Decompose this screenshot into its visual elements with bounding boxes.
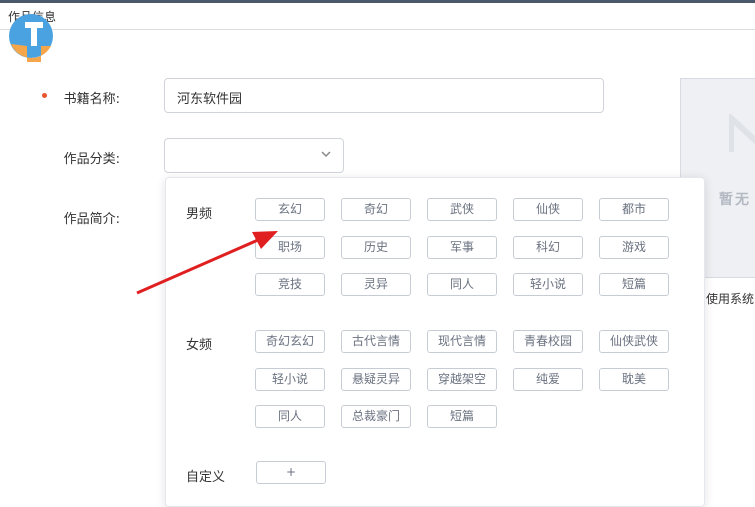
use-system-cover[interactable]: 使用系统 xyxy=(706,290,754,307)
custom-group-label: 自定义 xyxy=(186,470,226,485)
cover-placeholder-text: 暂无 xyxy=(719,192,751,208)
category-tag[interactable]: 短篇 xyxy=(427,405,497,428)
category-tag[interactable]: 短篇 xyxy=(599,273,669,296)
category-tag[interactable]: 纯爱 xyxy=(513,367,583,391)
category-tag[interactable]: 竞技 xyxy=(255,273,325,296)
category-dropdown: 男频 女频 自定义 + 玄幻 奇幻 武侠 仙侠 都市 职场 历史 军事 科幻 游戏 竞技 灵异 同人 轻小… xyxy=(165,177,705,507)
category-tag[interactable]: 军事 xyxy=(427,235,497,259)
add-custom-button[interactable]: + xyxy=(256,461,326,484)
category-select[interactable] xyxy=(164,138,344,173)
logo-icon xyxy=(9,14,53,62)
category-tag[interactable]: 同人 xyxy=(427,273,497,296)
category-tag[interactable]: 都市 xyxy=(599,198,669,221)
category-tag[interactable]: 轻小说 xyxy=(255,367,325,391)
category-tag[interactable]: 耽美 xyxy=(599,367,669,391)
category-tag[interactable]: 科幻 xyxy=(513,235,583,259)
category-tag[interactable]: 悬疑灵异 xyxy=(341,367,411,391)
category-tag[interactable]: 总裁豪门 xyxy=(341,405,411,428)
category-tag[interactable]: 古代言情 xyxy=(341,330,411,353)
category-tag[interactable]: 奇幻 xyxy=(341,198,411,221)
category-tag[interactable]: 玄幻 xyxy=(255,198,325,221)
category-tag[interactable]: 武侠 xyxy=(427,198,497,221)
book-name-input[interactable]: 河东软件园 xyxy=(164,78,604,113)
category-tag[interactable]: 仙侠 xyxy=(513,198,583,221)
category-tag[interactable]: 职场 xyxy=(255,235,325,259)
category-tag[interactable]: 历史 xyxy=(341,235,411,259)
image-placeholder-icon xyxy=(729,114,755,152)
category-tag[interactable]: 轻小说 xyxy=(513,273,583,296)
chevron-down-icon xyxy=(321,151,331,158)
watermark-logo xyxy=(5,10,220,70)
book-name-label: 书籍名称: xyxy=(63,92,120,107)
male-group-label: 男频 xyxy=(186,207,213,222)
category-tag[interactable]: 仙侠武侠 xyxy=(599,330,669,353)
intro-label: 作品简介: xyxy=(63,212,120,227)
category-tag[interactable]: 穿越架空 xyxy=(427,367,497,391)
top-bar xyxy=(0,0,755,3)
category-tag[interactable]: 青春校园 xyxy=(513,330,583,353)
category-tag[interactable]: 游戏 xyxy=(599,235,669,259)
category-tag[interactable]: 现代言情 xyxy=(427,330,497,353)
category-tag[interactable]: 灵异 xyxy=(341,273,411,296)
category-tag[interactable]: 同人 xyxy=(255,405,325,428)
category-tag[interactable]: 奇幻玄幻 xyxy=(255,330,325,353)
female-group-label: 女频 xyxy=(186,338,213,353)
category-label: 作品分类: xyxy=(63,152,120,167)
